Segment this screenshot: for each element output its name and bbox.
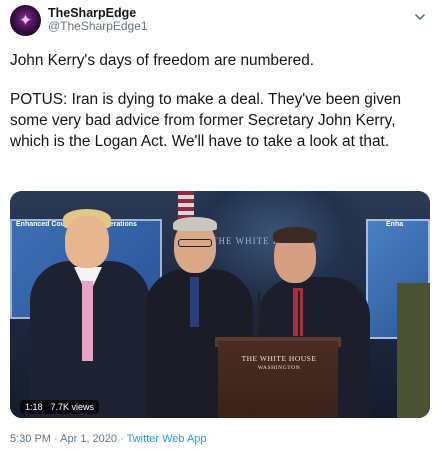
tweet-footer: 5:30 PM · Apr 1, 2020 · Twitter Web App: [10, 433, 207, 445]
chevron-down-icon: [415, 14, 425, 20]
person-1-tie: [82, 281, 93, 361]
avatar[interactable]: ✦: [10, 4, 41, 36]
microphone: [298, 291, 300, 341]
tweet: ✦ TheSharpEdge @TheSharpEdge1 John Kerry…: [0, 0, 439, 450]
avatar-glyph: ✦: [18, 10, 33, 30]
podium-sign-line-2: WASHINGTON: [257, 365, 301, 371]
microphone: [258, 291, 260, 341]
tweet-time[interactable]: 5:30 PM: [10, 433, 51, 445]
video-badge: 1:18 7.7K views: [20, 399, 100, 414]
person-2-hair: [173, 217, 217, 231]
footer-separator: ·: [120, 433, 124, 445]
tweet-menu-button[interactable]: [413, 10, 427, 24]
person-4-uniform: [397, 283, 430, 418]
podium-sign-line-1: THE WHITE HOUSE: [241, 354, 317, 363]
person-3-hair: [273, 227, 317, 243]
handle[interactable]: @TheSharpEdge1: [48, 19, 148, 34]
tweet-paragraph-2: POTUS: Iran is dying to make a deal. The…: [10, 91, 402, 150]
tweet-source-link[interactable]: Twitter Web App: [127, 433, 207, 445]
video-views: 7.7K views: [50, 401, 95, 412]
tweet-date[interactable]: Apr 1, 2020: [60, 433, 117, 445]
author-names: TheSharpEdge @TheSharpEdge1: [48, 6, 148, 34]
person-1-head: [65, 216, 109, 268]
tweet-paragraph-1: John Kerry's days of freedom are numbere…: [10, 52, 315, 69]
video-duration: 1:18: [25, 401, 43, 412]
screen-right-label: Enha: [386, 221, 404, 228]
display-name[interactable]: TheSharpEdge: [48, 6, 148, 20]
tweet-text: John Kerry's days of freedom are numbere…: [10, 50, 430, 152]
person-2-glasses: [178, 239, 212, 247]
podium-sign: THE WHITE HOUSE WASHINGTON: [240, 354, 318, 371]
video-player[interactable]: THE WHITE HOUSE Enhanced Cou Operations …: [10, 191, 430, 418]
footer-separator: ·: [54, 433, 58, 445]
person-2-tie: [190, 277, 199, 327]
tweet-header: ✦ TheSharpEdge @TheSharpEdge1: [10, 4, 148, 36]
screen-left-label: Enhanced Cou: [16, 221, 66, 228]
video-info-overlay: 1:18 7.7K views: [20, 398, 100, 415]
podium: [218, 341, 338, 418]
